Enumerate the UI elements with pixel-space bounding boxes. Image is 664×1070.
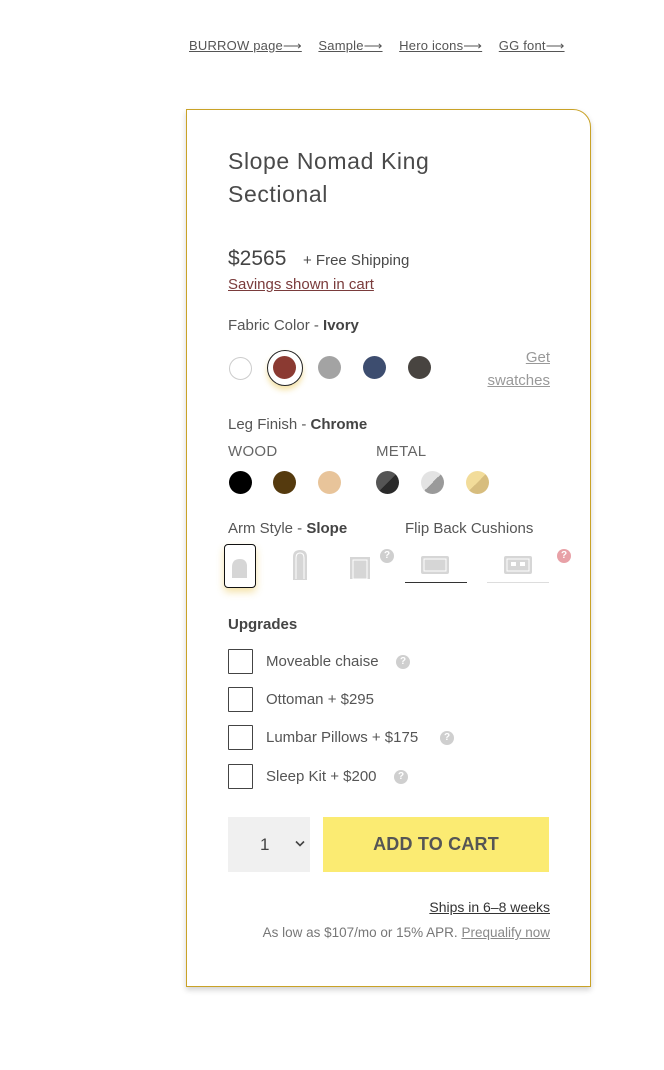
fabric-swatch-navy[interactable] bbox=[363, 356, 386, 379]
leg-swatch-black[interactable] bbox=[229, 471, 252, 494]
lumbar-pillows-checkbox[interactable] bbox=[228, 725, 253, 750]
leg-finish-label: Leg Finish - Chrome bbox=[228, 416, 368, 433]
leg-swatch-oak[interactable] bbox=[318, 471, 341, 494]
upgrades-title: Upgrades bbox=[228, 616, 298, 633]
fabric-color-value: Ivory bbox=[323, 317, 359, 334]
ships-in-link[interactable]: Ships in 6–8 weeks bbox=[429, 899, 550, 915]
sample-link[interactable]: Sample⟶ bbox=[318, 38, 382, 53]
moveable-chaise-checkbox[interactable] bbox=[228, 649, 253, 674]
prequalify-link[interactable]: Prequalify now bbox=[461, 925, 550, 940]
fabric-swatch-rust[interactable] bbox=[273, 356, 296, 379]
wood-label: WOOD bbox=[228, 443, 278, 460]
burrow-page-link[interactable]: BURROW page⟶ bbox=[189, 38, 302, 53]
ottoman-checkbox[interactable] bbox=[228, 687, 253, 712]
leg-finish-value: Chrome bbox=[310, 416, 368, 433]
fabric-swatch-charcoal[interactable] bbox=[408, 356, 431, 379]
arm-help-icon[interactable]: ? bbox=[380, 549, 394, 563]
moveable-chaise-help-icon[interactable]: ? bbox=[396, 655, 410, 669]
fabric-color-label: Fabric Color - Ivory bbox=[228, 317, 359, 334]
cushion-option-flip-back[interactable] bbox=[405, 550, 467, 583]
hero-icons-link[interactable]: Hero icons⟶ bbox=[399, 38, 482, 53]
quantity-select[interactable]: 1 bbox=[228, 817, 310, 872]
sleep-kit-help-icon[interactable]: ? bbox=[394, 770, 408, 784]
leg-swatch-brass[interactable] bbox=[466, 471, 489, 494]
fabric-swatch-ivory[interactable] bbox=[229, 357, 252, 380]
fabric-swatch-gray[interactable] bbox=[318, 356, 341, 379]
top-links: BURROW page⟶ Sample⟶ Hero icons⟶ GG font… bbox=[189, 38, 578, 54]
sleep-kit-checkbox[interactable] bbox=[228, 764, 253, 789]
square-arm-icon bbox=[350, 557, 370, 580]
fixed-cushion-icon bbox=[504, 556, 532, 574]
chevron-down-icon bbox=[295, 840, 305, 847]
product-price: $2565 bbox=[228, 247, 287, 270]
arm-option-slope[interactable] bbox=[224, 544, 256, 588]
savings-link[interactable]: Savings shown in cart bbox=[228, 276, 374, 293]
product-title: Slope Nomad King Sectional bbox=[228, 148, 430, 207]
moveable-chaise-label: Moveable chaise bbox=[266, 653, 379, 670]
leg-swatch-black-metal[interactable] bbox=[376, 471, 399, 494]
lumbar-pillows-label: Lumbar Pillows + $175 bbox=[266, 729, 419, 746]
metal-label: METAL bbox=[376, 443, 427, 460]
get-swatches-link[interactable]: Get swatches bbox=[470, 346, 550, 392]
quantity-value: 1 bbox=[260, 835, 270, 854]
flip-back-cushions-label: Flip Back Cushions bbox=[405, 520, 534, 537]
arm-option-track[interactable] bbox=[291, 549, 309, 586]
cushion-option-fixed[interactable] bbox=[487, 550, 549, 583]
flip-back-cushion-icon bbox=[421, 556, 449, 574]
leg-swatch-chrome[interactable] bbox=[421, 471, 444, 494]
shipping-note: + Free Shipping bbox=[303, 252, 410, 269]
leg-swatch-walnut[interactable] bbox=[273, 471, 296, 494]
arm-style-label: Arm Style - Slope bbox=[228, 520, 348, 537]
ottoman-label: Ottoman + $295 bbox=[266, 691, 374, 708]
cushion-help-icon[interactable]: ? bbox=[557, 549, 571, 563]
product-card: Slope Nomad King Sectional $2565 + Free … bbox=[186, 109, 591, 987]
track-arm-icon bbox=[293, 550, 307, 580]
arm-style-value: Slope bbox=[306, 520, 348, 537]
lumbar-pillows-help-icon[interactable]: ? bbox=[440, 731, 454, 745]
arm-option-square[interactable] bbox=[349, 556, 371, 585]
slope-arm-icon bbox=[232, 559, 247, 578]
financing-note: As low as $107/mo or 15% APR. Prequalify… bbox=[240, 925, 550, 940]
financing-text: As low as $107/mo or 15% APR. bbox=[262, 925, 458, 940]
sleep-kit-label: Sleep Kit + $200 bbox=[266, 768, 377, 785]
add-to-cart-button[interactable]: ADD TO CART bbox=[323, 817, 549, 872]
gg-font-link[interactable]: GG font⟶ bbox=[499, 38, 565, 53]
